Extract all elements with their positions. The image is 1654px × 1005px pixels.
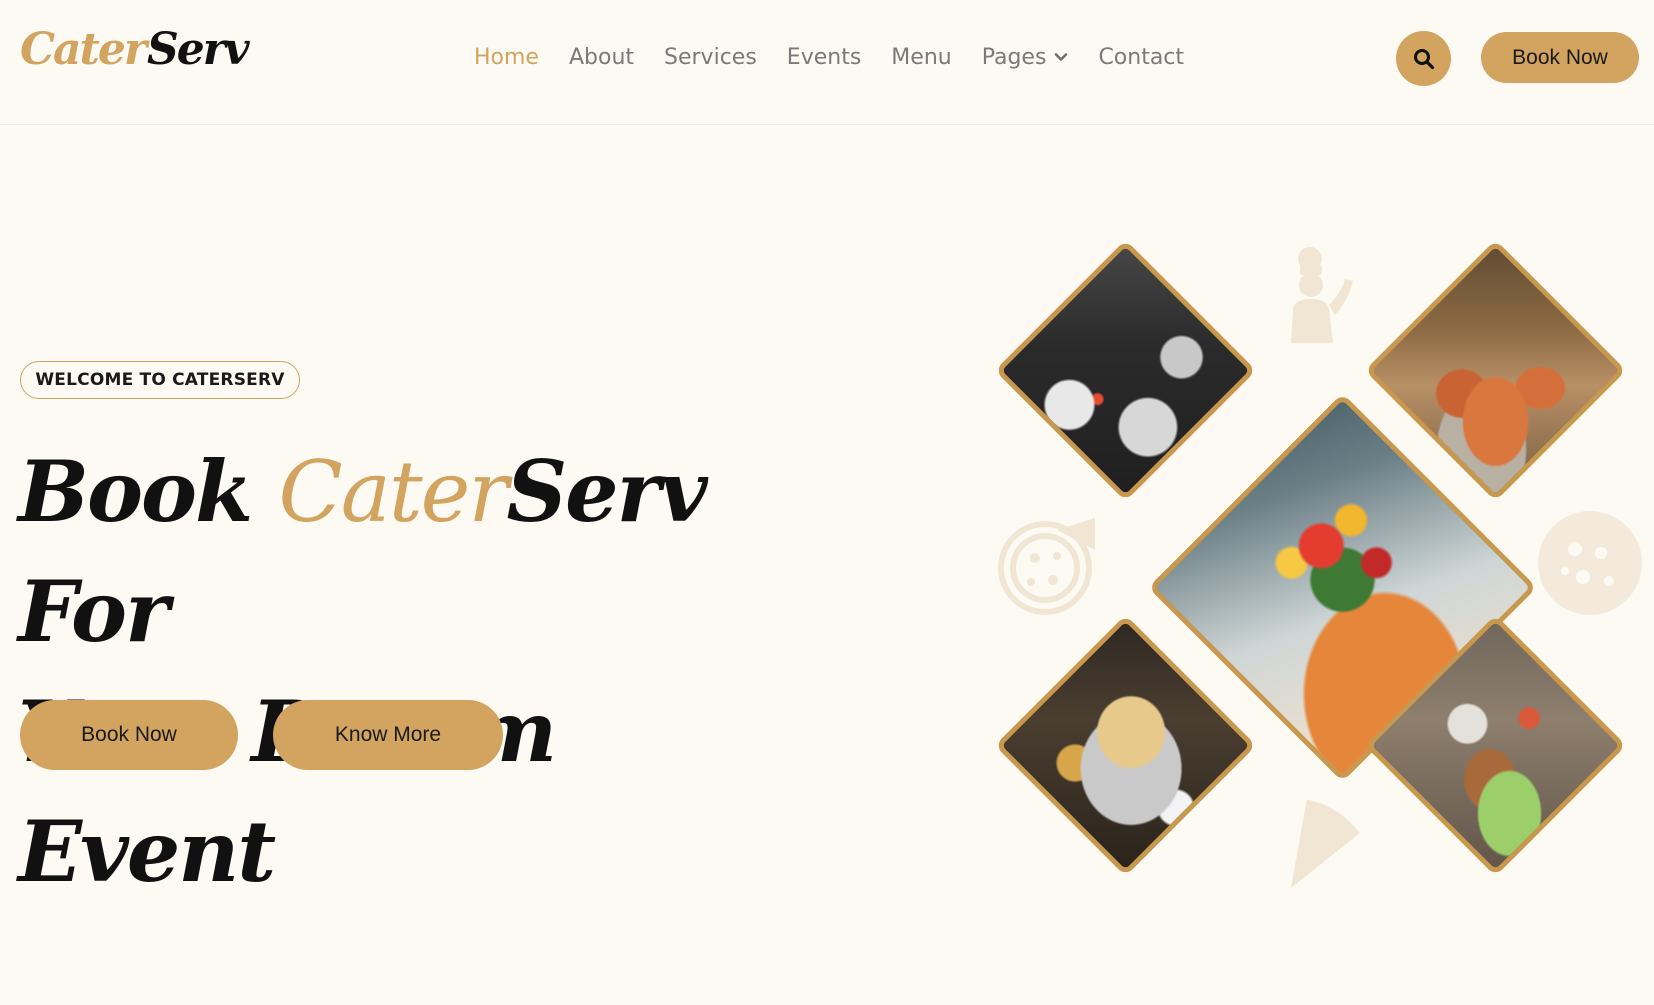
site-header: CaterServ Home About Services Events Men… (0, 0, 1654, 125)
main-nav: Home About Services Events Menu Pages Co… (474, 42, 1214, 72)
nav-menu[interactable]: Menu (891, 45, 951, 70)
pizza-icon (998, 518, 1095, 615)
hero-book-now-button[interactable]: Book Now (20, 700, 238, 770)
nav-home[interactable]: Home (474, 45, 539, 70)
hero-know-more-button[interactable]: Know More (273, 700, 503, 770)
nav-contact[interactable]: Contact (1098, 45, 1184, 70)
header-book-now-button[interactable]: Book Now (1481, 32, 1639, 83)
search-button[interactable] (1396, 31, 1451, 86)
hero-title: Book CaterServ For Your Dream Event (18, 432, 818, 912)
logo-part-cater: Cater (20, 24, 147, 75)
hero-title-book: Book (18, 442, 253, 541)
hero-title-serv: Serv (506, 442, 708, 541)
chevron-down-icon (1055, 53, 1068, 61)
pizza-icon (1538, 511, 1642, 615)
welcome-badge: WELCOME TO CATERSERV (20, 361, 300, 399)
nav-about[interactable]: About (569, 45, 634, 70)
catering-photo-salads (994, 239, 1257, 502)
brand-logo[interactable]: CaterServ (20, 24, 250, 75)
hero-title-cater: Cater (278, 443, 509, 541)
nav-services[interactable]: Services (664, 45, 757, 70)
search-icon (1413, 48, 1434, 69)
chef-icon (1291, 247, 1353, 343)
nav-pages-dropdown[interactable]: Pages (982, 45, 1069, 70)
hero-title-for: For (18, 562, 169, 661)
pizza-slice-icon (1291, 796, 1363, 888)
nav-pages-label: Pages (981, 44, 1047, 70)
hero-image-collage (994, 239, 1645, 890)
nav-events[interactable]: Events (787, 45, 862, 70)
logo-part-serv: Serv (147, 24, 250, 75)
